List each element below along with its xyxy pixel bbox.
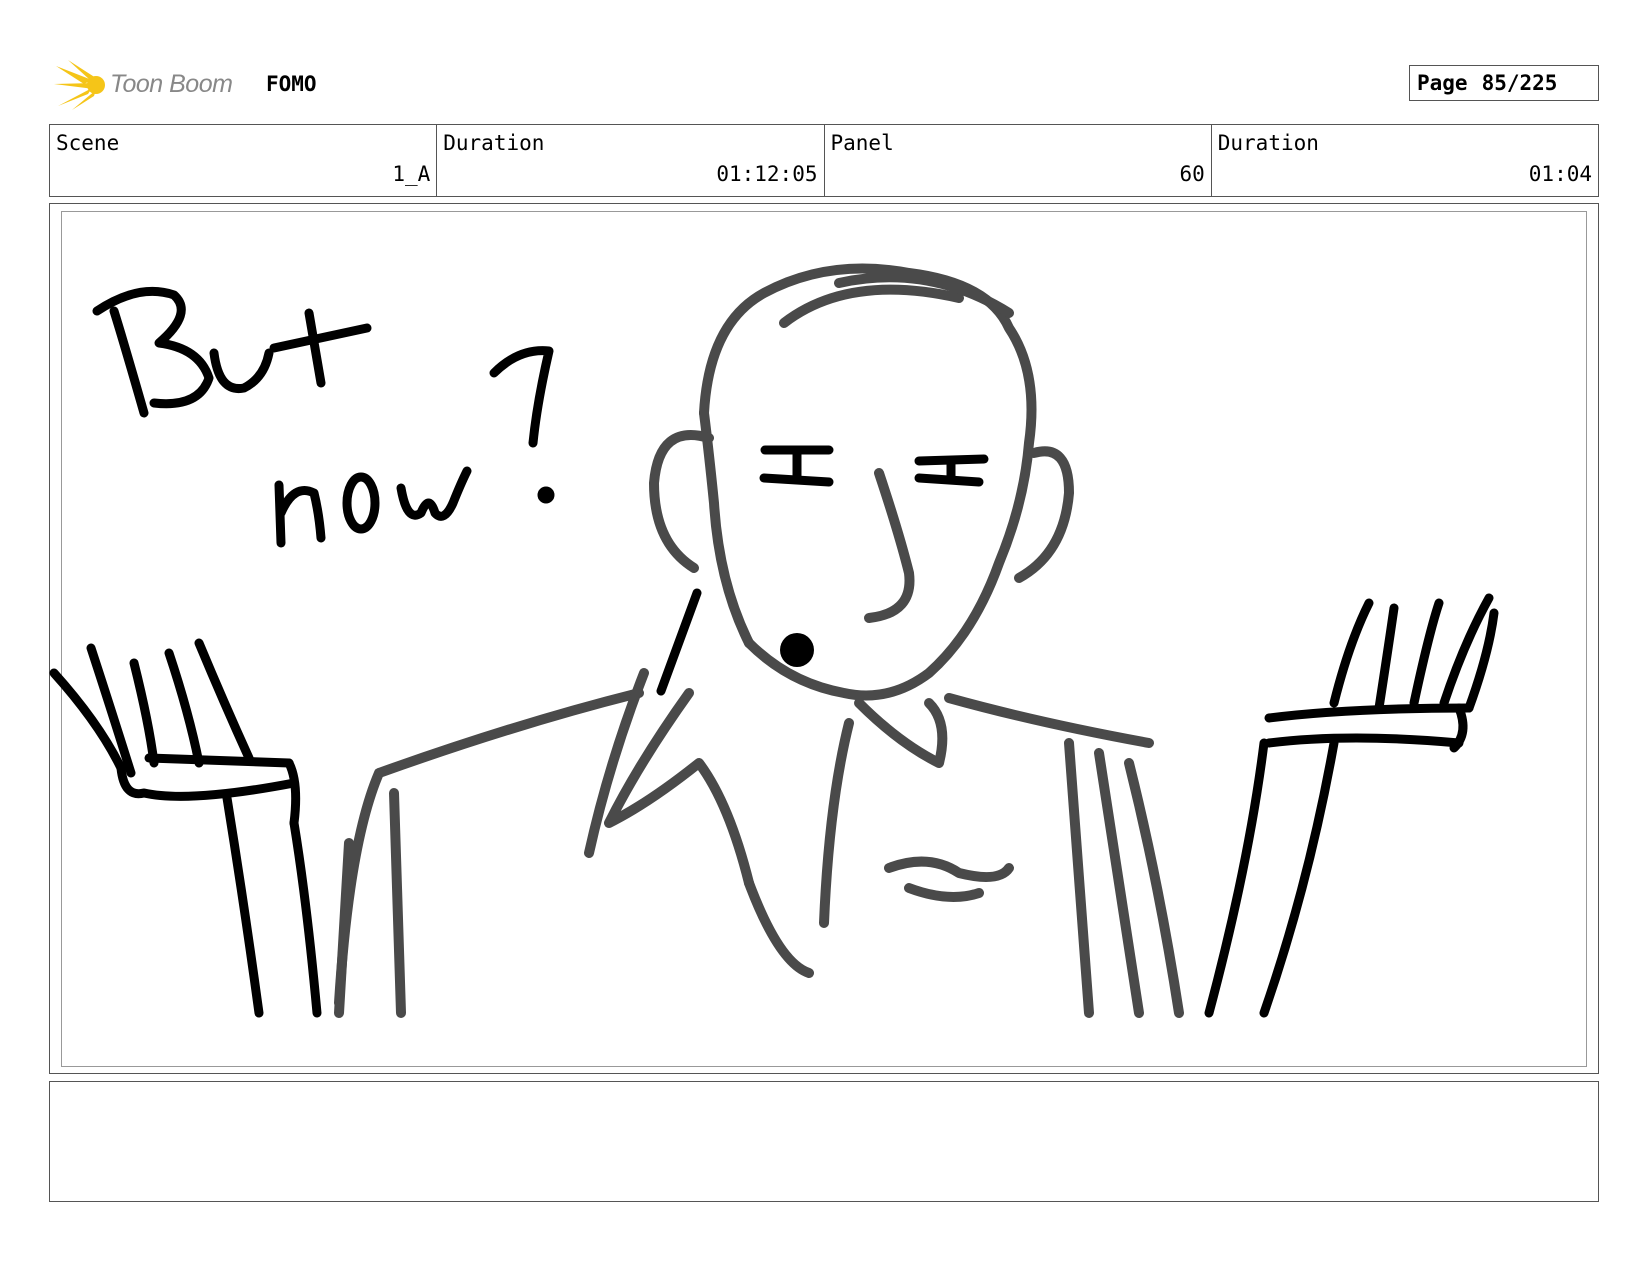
page-number: 85/225 bbox=[1481, 71, 1558, 95]
page-indicator: Page 85/225 bbox=[1409, 65, 1599, 101]
logo-text: Toon Boom bbox=[110, 70, 233, 98]
scene-label: Scene bbox=[56, 131, 120, 155]
project-title: FOMO bbox=[266, 72, 317, 96]
character-figure bbox=[334, 263, 1184, 1018]
scene-value: 1_A bbox=[392, 162, 431, 186]
panel-sketch bbox=[49, 263, 1499, 1018]
panel-duration-value: 01:04 bbox=[1528, 162, 1592, 186]
scene-duration-value: 01:12:05 bbox=[716, 162, 818, 186]
page-label: Page bbox=[1417, 71, 1468, 95]
scene-duration-cell: Duration 01:12:05 bbox=[437, 125, 825, 196]
character-mouth bbox=[780, 633, 814, 667]
scene-cell: Scene 1_A bbox=[50, 125, 438, 196]
panel-duration-cell: Duration 01:04 bbox=[1212, 125, 1598, 196]
panel-duration-label: Duration bbox=[1217, 131, 1319, 155]
panel-cell: Panel 60 bbox=[825, 125, 1212, 196]
scene-duration-label: Duration bbox=[443, 131, 545, 155]
info-table: Scene 1_A Duration 01:12:05 Panel 60 Dur… bbox=[49, 124, 1599, 197]
notes-box bbox=[49, 1081, 1599, 1202]
panel-value: 60 bbox=[1179, 162, 1205, 186]
caption-handwriting bbox=[92, 286, 555, 548]
panel-label: Panel bbox=[830, 131, 894, 155]
